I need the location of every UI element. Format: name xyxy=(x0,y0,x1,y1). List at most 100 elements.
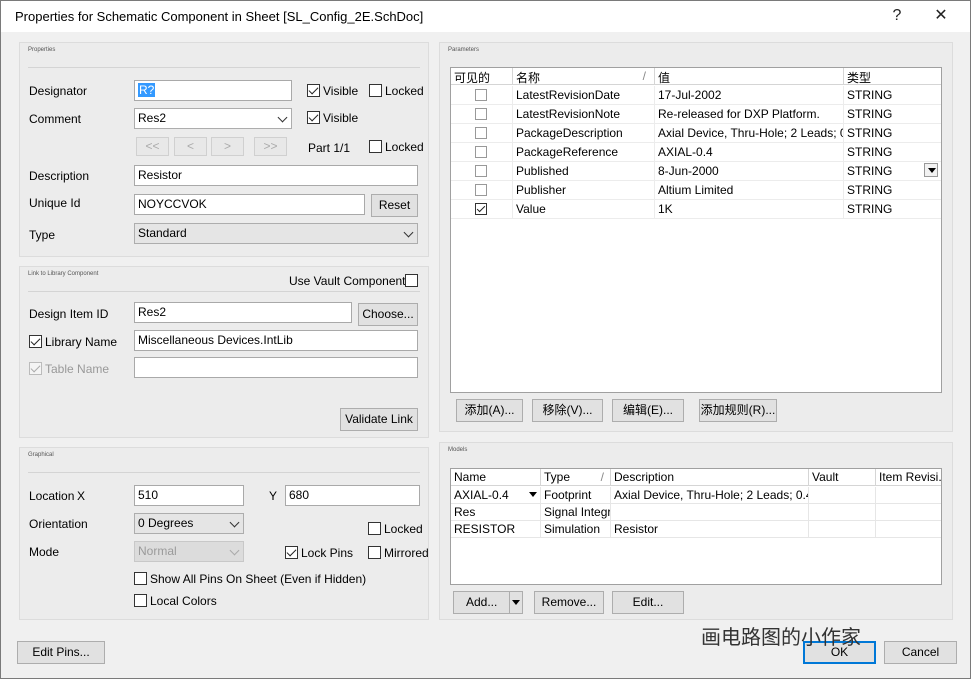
model-header-description[interactable]: Description xyxy=(611,469,809,486)
param-value-cell[interactable]: 8-Jun-2000 xyxy=(655,162,844,181)
library-name-field[interactable]: Miscellaneous Devices.IntLib xyxy=(134,330,418,351)
param-visible-checkbox[interactable] xyxy=(475,127,487,139)
param-type-cell[interactable]: STRING xyxy=(844,86,941,105)
models-grid[interactable]: Name Type / Description Vault Item Revisi… xyxy=(450,468,942,585)
param-visible-checkbox[interactable] xyxy=(475,203,487,215)
model-vault-cell[interactable] xyxy=(809,521,876,538)
model-header-name[interactable]: Name xyxy=(451,469,541,486)
close-button[interactable]: ✕ xyxy=(926,5,956,27)
prev-part-button[interactable]: < xyxy=(174,137,207,156)
designator-field[interactable]: R? xyxy=(134,80,292,101)
table-name-checkbox[interactable] xyxy=(29,362,42,375)
param-type-cell[interactable]: STRING xyxy=(844,105,941,124)
model-type-cell[interactable]: Footprint xyxy=(541,487,611,504)
validate-link-button[interactable]: Validate Link xyxy=(340,408,418,431)
param-value-cell[interactable]: 1K xyxy=(655,200,844,219)
reset-button[interactable]: Reset xyxy=(371,194,418,217)
param-visible-checkbox[interactable] xyxy=(475,184,487,196)
table-name-field[interactable] xyxy=(134,357,418,378)
show-all-pins-checkbox[interactable] xyxy=(134,572,147,585)
param-visible-cell[interactable] xyxy=(451,200,513,219)
param-name-cell[interactable]: Published xyxy=(513,162,655,181)
param-name-cell[interactable]: LatestRevisionDate xyxy=(513,86,655,105)
model-dropdown-icon[interactable] xyxy=(529,492,537,497)
parameters-grid[interactable]: 可见的 名称 / 值 类型 LatestRevisionDate 17-Jul-20… xyxy=(450,67,942,393)
param-header-type[interactable]: 类型 xyxy=(844,68,941,85)
orientation-select[interactable]: 0 Degrees xyxy=(134,513,244,534)
edit-pins-button[interactable]: Edit Pins... xyxy=(17,641,105,664)
model-vault-cell[interactable] xyxy=(809,504,876,521)
model-revision-cell[interactable] xyxy=(876,487,941,504)
model-description-cell[interactable] xyxy=(611,504,809,521)
param-type-cell[interactable]: STRING xyxy=(844,200,941,219)
design-item-field[interactable]: Res2 xyxy=(134,302,352,323)
param-visible-cell[interactable] xyxy=(451,143,513,162)
param-value-cell[interactable]: Axial Device, Thru-Hole; 2 Leads; 0.4 ir xyxy=(655,124,844,143)
param-add-button[interactable]: 添加(A)... xyxy=(456,399,523,422)
param-header-visible[interactable]: 可见的 xyxy=(451,68,513,85)
next-part-button[interactable]: > xyxy=(211,137,244,156)
description-field[interactable]: Resistor xyxy=(134,165,418,186)
model-header-vault[interactable]: Vault xyxy=(809,469,876,486)
designator-locked-checkbox[interactable] xyxy=(369,84,382,97)
model-name-cell[interactable]: Res xyxy=(451,504,541,521)
param-type-cell[interactable]: STRING xyxy=(844,143,941,162)
model-header-type[interactable]: Type / xyxy=(541,469,611,486)
param-visible-checkbox[interactable] xyxy=(475,146,487,158)
help-button[interactable]: ? xyxy=(882,5,912,27)
library-name-checkbox[interactable] xyxy=(29,335,42,348)
param-name-cell[interactable]: PackageDescription xyxy=(513,124,655,143)
param-value-cell[interactable]: 17-Jul-2002 xyxy=(655,86,844,105)
type-select[interactable]: Standard xyxy=(134,223,418,244)
local-colors-checkbox[interactable] xyxy=(134,594,147,607)
param-visible-cell[interactable] xyxy=(451,162,513,181)
part-locked-checkbox[interactable] xyxy=(369,140,382,153)
use-vault-checkbox[interactable] xyxy=(405,274,418,287)
model-description-cell[interactable]: Resistor xyxy=(611,521,809,538)
model-add-button[interactable]: Add... xyxy=(453,591,523,614)
param-edit-button[interactable]: 编辑(E)... xyxy=(612,399,684,422)
model-revision-cell[interactable] xyxy=(876,504,941,521)
param-header-value[interactable]: 值 xyxy=(655,68,844,85)
mirrored-checkbox[interactable] xyxy=(368,546,381,559)
unique-id-field[interactable]: NOYCCVOK xyxy=(134,194,365,215)
comment-visible-checkbox[interactable] xyxy=(307,111,320,124)
choose-button[interactable]: Choose... xyxy=(358,303,418,326)
graphical-locked-checkbox[interactable] xyxy=(368,522,381,535)
model-name-cell[interactable]: AXIAL-0.4 xyxy=(451,487,541,504)
param-value-cell[interactable]: AXIAL-0.4 xyxy=(655,143,844,162)
param-visible-checkbox[interactable] xyxy=(475,89,487,101)
param-visible-cell[interactable] xyxy=(451,86,513,105)
mode-select[interactable]: Normal xyxy=(134,541,244,562)
param-visible-cell[interactable] xyxy=(451,181,513,200)
param-type-cell[interactable]: STRING xyxy=(844,162,941,181)
location-x-field[interactable]: 510 xyxy=(134,485,244,506)
param-value-cell[interactable]: Re-released for DXP Platform. xyxy=(655,105,844,124)
model-type-cell[interactable]: Signal Integrity xyxy=(541,504,611,521)
param-visible-checkbox[interactable] xyxy=(475,165,487,177)
last-part-button[interactable]: >> xyxy=(254,137,287,156)
model-vault-cell[interactable] xyxy=(809,487,876,504)
model-description-cell[interactable]: Axial Device, Thru-Hole; 2 Leads; 0.4 in… xyxy=(611,487,809,504)
model-revision-cell[interactable] xyxy=(876,521,941,538)
designator-visible-checkbox[interactable] xyxy=(307,84,320,97)
param-visible-checkbox[interactable] xyxy=(475,108,487,120)
param-type-cell[interactable]: STRING xyxy=(844,124,941,143)
param-remove-button[interactable]: 移除(V)... xyxy=(532,399,603,422)
model-edit-button[interactable]: Edit... xyxy=(612,591,684,614)
model-name-cell[interactable]: RESISTOR xyxy=(451,521,541,538)
model-remove-button[interactable]: Remove... xyxy=(534,591,604,614)
param-visible-cell[interactable] xyxy=(451,105,513,124)
comment-select[interactable]: Res2 xyxy=(134,108,292,129)
type-dropdown-icon[interactable] xyxy=(924,163,938,177)
first-part-button[interactable]: << xyxy=(136,137,169,156)
param-name-cell[interactable]: Value xyxy=(513,200,655,219)
model-type-cell[interactable]: Simulation xyxy=(541,521,611,538)
lock-pins-checkbox[interactable] xyxy=(285,546,298,559)
model-header-item-revision[interactable]: Item Revisi... xyxy=(876,469,941,486)
param-add-rule-button[interactable]: 添加规则(R)... xyxy=(699,399,777,422)
param-name-cell[interactable]: PackageReference xyxy=(513,143,655,162)
cancel-button[interactable]: Cancel xyxy=(884,641,957,664)
param-name-cell[interactable]: Publisher xyxy=(513,181,655,200)
param-header-name[interactable]: 名称 / xyxy=(513,68,655,85)
